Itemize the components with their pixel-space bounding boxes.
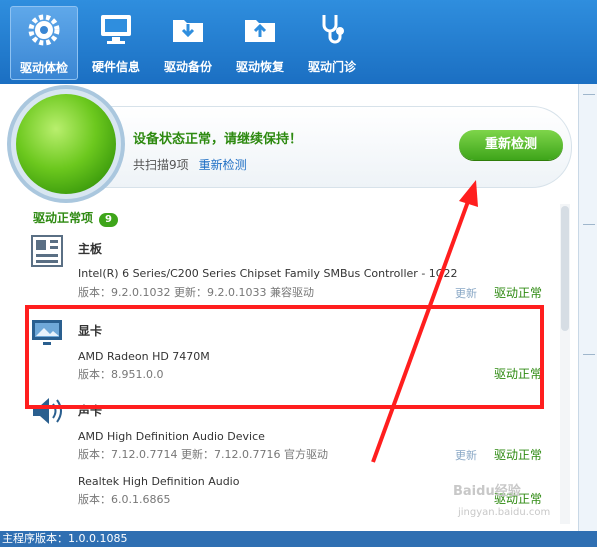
watermark-logo: Baidu经验 [453,484,521,499]
watermark-url: jingyan.baidu.com [458,507,551,518]
annotation-arrow [371,180,478,463]
